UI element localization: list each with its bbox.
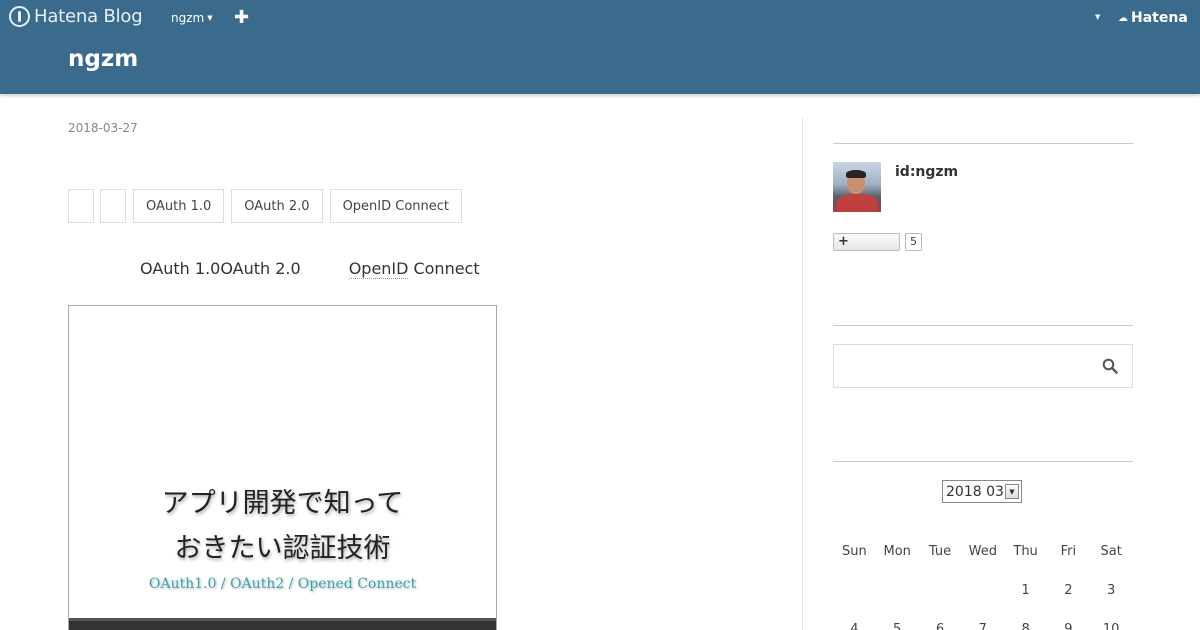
calendar-week-row: 1 2 3 [833, 571, 1133, 610]
calendar-day[interactable]: 3 [1090, 583, 1133, 598]
hatena-blog-icon [9, 6, 30, 27]
chevron-down-icon: ▼ [1005, 484, 1019, 499]
entry-categories: OAuth 1.0 OAuth 2.0 OpenID Connect [68, 189, 463, 223]
search-input[interactable] [834, 345, 1084, 387]
calendar-day[interactable]: 7 [961, 622, 1004, 630]
global-bar: Hatena Blog ngzm ▼ ✚ ▼ ☁ Hatena [0, 0, 1200, 38]
weekday-label: Thu [1013, 544, 1038, 559]
search-module [833, 344, 1133, 388]
calendar-day[interactable]: 1 [1004, 583, 1047, 598]
avatar-body [837, 194, 877, 212]
slide-title-line2: おきたい認証技術 [174, 533, 391, 564]
sidebar-divider [833, 461, 1133, 462]
embedded-slide[interactable]: アプリ開発で知って おきたい認証技術 OAuth1.0 / OAuth2 / O… [68, 305, 497, 630]
column-divider [802, 118, 803, 630]
weekday-label: Wed [968, 544, 997, 559]
category-tag[interactable] [68, 189, 94, 223]
calendar-selected-month: 2018 03 [946, 483, 1004, 500]
user-menu-label: ngzm [171, 11, 205, 25]
calendar-day[interactable]: 4 [833, 622, 876, 630]
subscribe-button[interactable]: + [833, 233, 900, 251]
sidebar-divider [833, 143, 1133, 144]
slide-title-line1: アプリ開発で知って [161, 488, 404, 519]
avatar-hair [846, 170, 866, 178]
sidebar-divider [833, 325, 1133, 326]
calendar-day[interactable]: 8 [1004, 622, 1047, 630]
slide-subtitle: OAuth1.0 / OAuth2 / Opened Connect [148, 576, 417, 592]
new-post-plus-icon[interactable]: ✚ [234, 7, 249, 28]
weekday-label: Sun [842, 544, 867, 559]
blog-title[interactable]: ngzm [68, 46, 138, 72]
caret-down-icon: ▼ [207, 14, 213, 22]
entry-title-keyword-link[interactable]: OpenID [348, 259, 409, 279]
slide-control-bar[interactable] [69, 618, 496, 630]
calendar-month-select[interactable]: 2018 03 ▼ [942, 480, 1022, 503]
category-tag-oauth1[interactable]: OAuth 1.0 [133, 189, 225, 223]
calendar-day[interactable]: 9 [1047, 622, 1090, 630]
search-icon[interactable] [1102, 358, 1118, 374]
calendar-week-row: 4 5 6 7 8 9 10 [833, 610, 1133, 630]
hatena-wave-icon: ☁ [1118, 12, 1128, 24]
user-menu[interactable]: ngzm ▼ [171, 11, 213, 25]
category-tag-oauth2[interactable]: OAuth 2.0 [231, 189, 323, 223]
calendar-day[interactable]: 10 [1090, 622, 1133, 630]
weekday-label: Fri [1060, 544, 1077, 559]
hatena-logo-text: Hatena [1131, 10, 1188, 26]
entry-title[interactable]: OAuth 1.0OAuth 2.0 OpenID Connect [140, 259, 480, 279]
category-tag-openid-connect[interactable]: OpenID Connect [329, 189, 463, 223]
calendar: Sun Mon Tue Wed Thu Fri Sat 1 2 3 4 5 6 … [833, 532, 1133, 630]
hatena-blog-logo[interactable]: Hatena Blog [9, 6, 143, 27]
profile-id[interactable]: id:ngzm [895, 164, 958, 180]
subscriber-count[interactable]: 5 [905, 233, 922, 251]
entry-date[interactable]: 2018-03-27 [68, 121, 138, 135]
calendar-day[interactable]: 5 [876, 622, 919, 630]
hatena-logo[interactable]: ☁ Hatena [1118, 10, 1188, 26]
brand-text: Hatena Blog [34, 6, 143, 27]
caret-down-icon[interactable]: ▼ [1095, 13, 1100, 21]
blog-header: ngzm [0, 38, 1200, 94]
weekday-label: Mon [883, 544, 911, 559]
entry-title-text-rest: Connect [413, 259, 480, 278]
calendar-weekday-row: Sun Mon Tue Wed Thu Fri Sat [833, 532, 1133, 571]
category-tag[interactable] [100, 189, 126, 223]
weekday-label: Tue [928, 544, 952, 559]
avatar[interactable] [833, 162, 881, 212]
weekday-label: Sat [1100, 544, 1122, 559]
subscribe-widget: + 5 [833, 233, 922, 251]
calendar-day[interactable]: 2 [1047, 583, 1090, 598]
calendar-day[interactable]: 6 [919, 622, 962, 630]
entry-title-text: OAuth 1.0OAuth 2.0 [140, 259, 301, 278]
